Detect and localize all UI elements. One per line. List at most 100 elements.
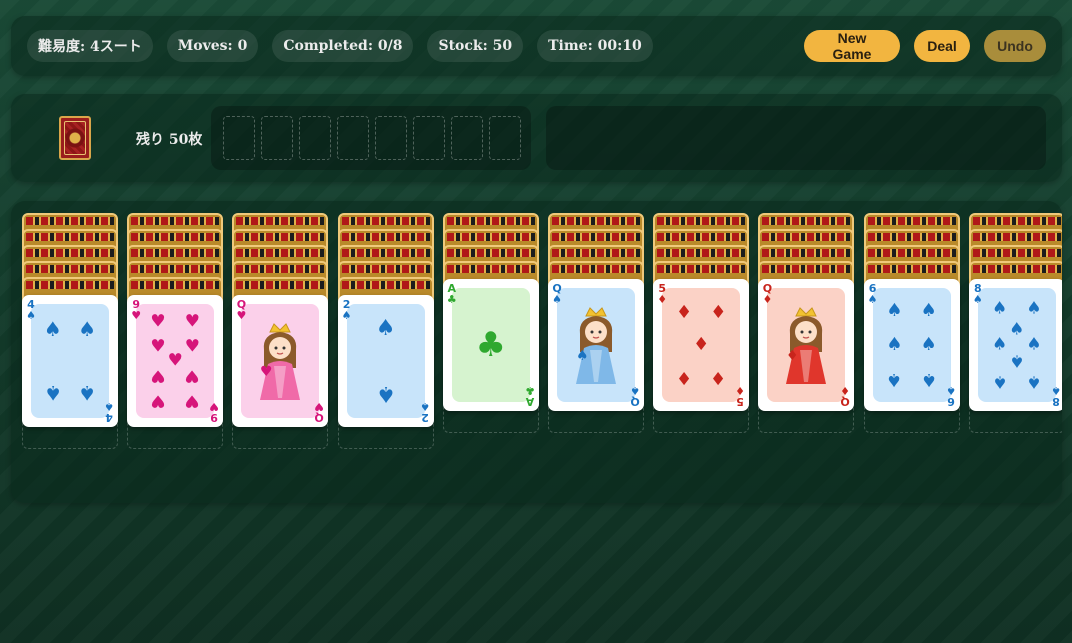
card-rank: A: [525, 395, 535, 408]
card-face-background: ♠ ♠: [346, 304, 425, 418]
face-up-card[interactable]: ♠ ♠ ♠ ♠ ♠ ♠ 6 ♠ 6 ♠: [863, 279, 960, 411]
foundation-slot: [299, 116, 331, 160]
diamond-icon: ♦: [735, 384, 746, 397]
spade-pip-icon: ♠: [886, 369, 903, 391]
svg-text:♠: ♠: [576, 348, 589, 364]
spade-icon: ♠: [972, 293, 983, 306]
card-rank: 5: [736, 395, 745, 408]
foundation-slot: [413, 116, 445, 160]
card-rank-index: 8 ♠: [972, 283, 984, 305]
spade-pip-icon: ♠: [886, 334, 903, 355]
heart-pip-icon: ♥: [150, 365, 166, 386]
card-rank: 8: [1051, 395, 1060, 408]
card-face-background: ♠: [557, 288, 635, 402]
card-rank: 4: [105, 411, 113, 424]
spade-pip-icon: ♠: [920, 369, 937, 391]
spade-pip-icon: ♠: [78, 380, 97, 405]
card-rank-index: 4 ♠: [25, 299, 37, 321]
heart-icon: ♥: [314, 400, 325, 413]
card-rank-index: 8 ♠: [1050, 384, 1062, 408]
difficulty-badge: 難易度: 4スート: [27, 30, 153, 62]
spade-pip-icon: ♠: [1026, 298, 1042, 319]
spade-pip-icon: ♠: [886, 299, 903, 321]
card-rank-index: Q ♠: [629, 384, 641, 408]
svg-text:♥: ♥: [260, 364, 273, 380]
face-up-card[interactable]: ♣ A ♣ A ♣: [442, 279, 539, 411]
club-icon: ♣: [446, 293, 457, 306]
spade-icon: ♠: [26, 309, 36, 322]
stock-row: 残り 50枚: [11, 94, 1062, 182]
undo-button[interactable]: Undo: [984, 30, 1046, 62]
face-up-card[interactable]: ♦ ♦ ♦ ♦ ♦ 5 ♦ 5 ♦: [653, 279, 750, 411]
moves-counter: Moves: 0: [166, 30, 259, 62]
foundation-slot: [489, 116, 521, 160]
card-face-background: ♥ ♥ ♥ ♥ ♥ ♥ ♥ ♥ ♥: [136, 304, 215, 418]
heart-pip-icon: ♥: [150, 336, 166, 357]
card-rank-index: 2 ♠: [341, 299, 353, 321]
status-bar: 難易度: 4スート Moves: 0 Completed: 0/8 Stock:…: [11, 16, 1062, 76]
diamond-pip-icon: ♦: [710, 302, 727, 324]
face-up-card[interactable]: ♥ ♥ ♥ ♥ ♥ ♥ ♥ ♥ ♥ 9 ♥ 9 ♥: [127, 295, 224, 427]
card-rank-index: 4 ♠: [103, 400, 115, 424]
face-up-card[interactable]: ♠ ♠ ♠ ♠ ♠ ♠ ♠ ♠ 8 ♠ 8 ♠: [968, 279, 1062, 411]
card-rank-index: Q ♥: [313, 400, 325, 424]
queen-figure-icon: ♦: [778, 304, 834, 386]
heart-icon: ♥: [131, 309, 142, 322]
spade-pip-icon: ♠: [920, 334, 937, 355]
spade-icon: ♠: [104, 400, 114, 413]
card-rank-index: 5 ♦: [734, 384, 746, 408]
tableau: ♠ ♠ ♠ ♠ 4 ♠ 4 ♠ ♥ ♥ ♥ ♥ ♥ ♥ ♥ ♥ ♥ 9 ♥ 9 ♥ ♥ Q ♥ Q ♥ ♠ ♠ 2 ♠ 2 ♠ ♣ A ♣ A ♣ ♠ Q ♠…: [11, 201, 1062, 503]
card-rank: 9: [210, 411, 219, 424]
spade-icon: ♠: [1050, 384, 1061, 397]
foundation-area: [211, 106, 531, 170]
card-rank-index: A ♣: [446, 283, 458, 305]
face-up-card[interactable]: ♠ ♠ ♠ ♠ 4 ♠ 4 ♠: [22, 295, 118, 427]
action-buttons: New Game Deal Undo: [804, 30, 1046, 62]
heart-pip-icon: ♥: [167, 350, 183, 371]
face-up-card[interactable]: ♠ Q ♠ Q ♠: [548, 279, 644, 411]
foundation-slot: [337, 116, 369, 160]
heart-pip-icon: ♥: [184, 390, 200, 411]
card-rank-index: 2 ♠: [419, 400, 431, 424]
spade-icon: ♠: [630, 384, 640, 397]
card-rank-index: A ♣: [524, 384, 536, 408]
diamond-icon: ♦: [657, 293, 668, 306]
spade-icon: ♠: [419, 400, 430, 413]
spade-pip-icon: ♠: [1009, 350, 1025, 371]
stock-remaining-label: 残り 50枚: [136, 132, 203, 148]
spade-pip-icon: ♠: [43, 317, 62, 342]
club-pip-icon: ♣: [475, 325, 507, 365]
face-up-card[interactable]: ♥ Q ♥ Q ♥: [232, 295, 329, 427]
message-area: [546, 106, 1046, 170]
foundation-slot: [261, 116, 293, 160]
deal-button[interactable]: Deal: [914, 30, 970, 62]
card-face-background: ♠ ♠ ♠ ♠: [31, 304, 109, 418]
svg-text:♦: ♦: [786, 348, 799, 364]
face-up-card[interactable]: ♠ ♠ 2 ♠ 2 ♠: [337, 295, 434, 427]
foundation-slot: [223, 116, 255, 160]
card-rank: Q: [314, 411, 325, 424]
card-rank-index: 9 ♥: [208, 400, 220, 424]
face-up-card[interactable]: ♦ Q ♦ Q ♦: [758, 279, 855, 411]
spade-pip-icon: ♠: [992, 371, 1008, 392]
diamond-icon: ♦: [762, 293, 773, 306]
spade-icon: ♠: [552, 293, 562, 306]
card-rank-index: Q ♦: [839, 384, 851, 408]
heart-icon: ♥: [209, 400, 220, 413]
queen-figure-icon: ♠: [568, 304, 624, 386]
card-face-background: ♦: [767, 288, 846, 402]
diamond-pip-icon: ♦: [675, 366, 693, 388]
spade-pip-icon: ♠: [1009, 319, 1025, 340]
heart-pip-icon: ♥: [150, 311, 166, 332]
spade-pip-icon: ♠: [375, 316, 396, 342]
diamond-icon: ♦: [840, 384, 851, 397]
card-face-background: ♥: [241, 304, 320, 418]
spade-pip-icon: ♠: [1026, 371, 1042, 392]
stock-pile[interactable]: [59, 116, 91, 160]
club-icon: ♣: [524, 384, 535, 397]
card-face-background: ♠ ♠ ♠ ♠ ♠ ♠: [872, 288, 951, 402]
spade-icon: ♠: [341, 309, 352, 322]
foundation-slot: [451, 116, 483, 160]
card-rank-index: Q ♠: [551, 283, 563, 305]
new-game-button[interactable]: New Game: [804, 30, 900, 62]
